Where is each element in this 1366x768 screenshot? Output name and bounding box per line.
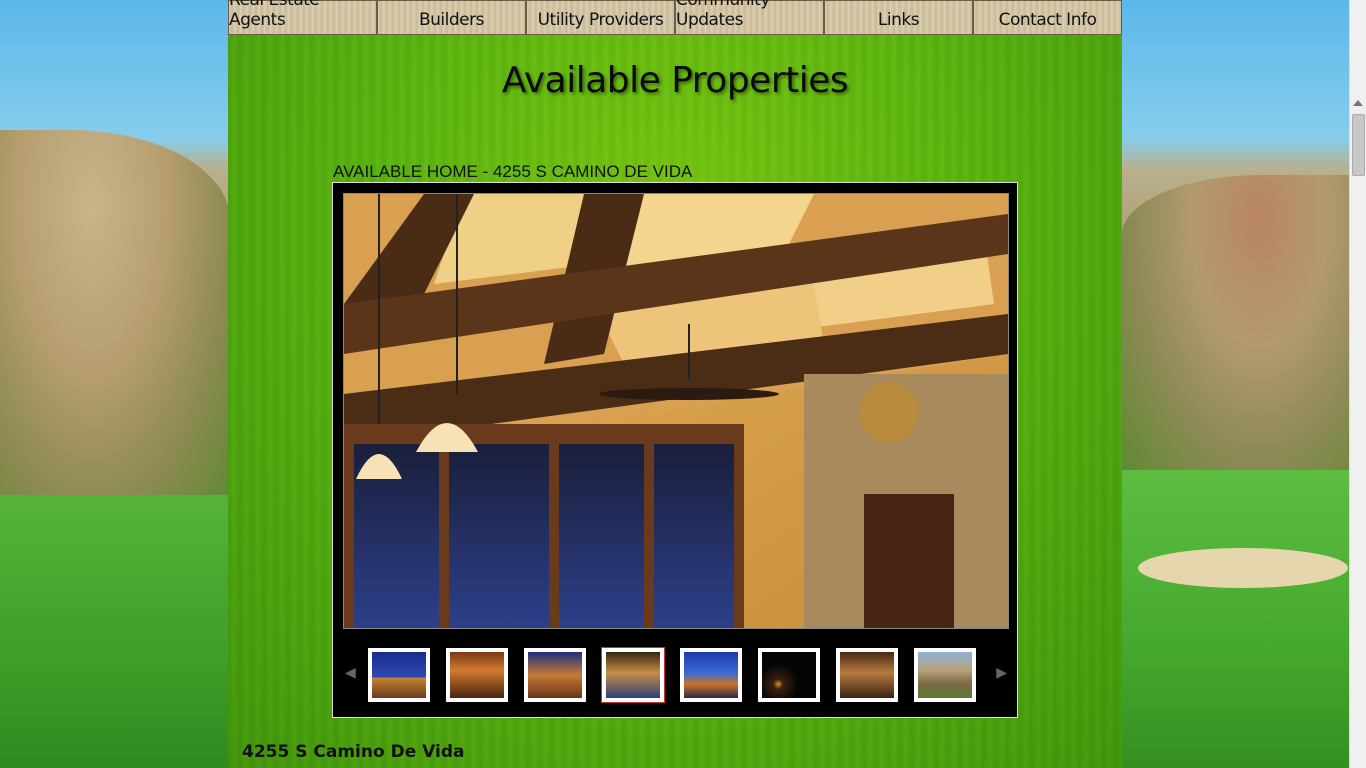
nav-item-builders[interactable]: Builders (377, 0, 526, 35)
main-content-panel: Real Estate Agents Builders Utility Prov… (228, 0, 1122, 768)
background-grass-right (1122, 470, 1350, 768)
scroll-thumb[interactable] (1352, 114, 1365, 176)
background-sand-bunker (1138, 548, 1348, 588)
nav-item-contact-info[interactable]: Contact Info (973, 0, 1122, 35)
nav-item-utility-providers[interactable]: Utility Providers (526, 0, 675, 35)
chevron-left-icon[interactable]: ◀ (345, 665, 356, 681)
listing-heading: AVAILABLE HOME - 4255 S CAMINO DE VIDA (333, 162, 693, 181)
background-grass-left (0, 495, 228, 768)
scroll-up-icon[interactable] (1353, 100, 1363, 106)
thumbnail[interactable] (524, 648, 586, 702)
thumbnail[interactable] (836, 648, 898, 702)
thumbnail-active[interactable] (601, 647, 665, 703)
top-navigation: Real Estate Agents Builders Utility Prov… (228, 0, 1122, 35)
nav-item-links[interactable]: Links (824, 0, 973, 35)
photo-gallery: ◀ ▶ (332, 182, 1018, 718)
thumbnail[interactable] (914, 648, 976, 702)
thumbnail[interactable] (758, 648, 820, 702)
nav-item-real-estate-agents[interactable]: Real Estate Agents (228, 0, 377, 35)
background-hill-right (1122, 175, 1350, 475)
background-hill-left (0, 130, 230, 510)
property-address: 4255 S Camino De Vida (242, 742, 465, 762)
thumbnail[interactable] (446, 648, 508, 702)
thumbnail-strip: ◀ ▶ (333, 645, 1019, 707)
chevron-right-icon[interactable]: ▶ (996, 665, 1007, 681)
thumbnail[interactable] (680, 648, 742, 702)
nav-item-community-updates[interactable]: Community Updates (675, 0, 824, 35)
page-title: Available Properties (501, 60, 849, 101)
vertical-scrollbar[interactable] (1349, 0, 1366, 768)
thumbnail[interactable] (368, 648, 430, 702)
main-property-photo (343, 193, 1009, 629)
